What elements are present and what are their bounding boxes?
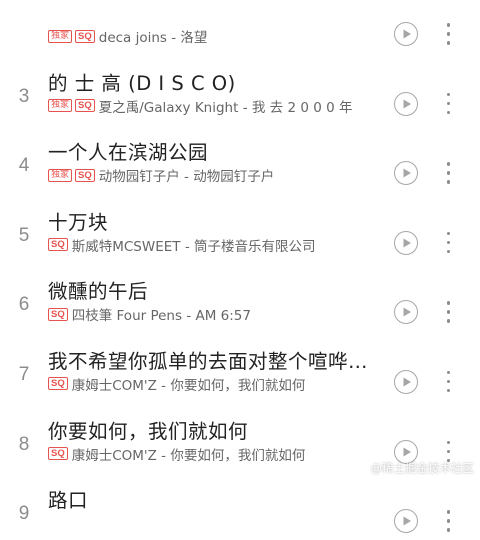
track-number: 4: [18, 155, 30, 177]
track-number: 5: [18, 224, 30, 246]
song-subtitle-line: 独家 SQ 动物园钉子户 - 动物园钉子户: [48, 166, 378, 184]
track-number: 3: [18, 85, 30, 107]
play-circle-icon[interactable]: [394, 22, 418, 46]
song-row[interactable]: 6 微醺的午后 SQ 四枝筆 Four Pens - AM 6:57: [0, 261, 480, 331]
watermark: @稀土掘金技术社区: [370, 461, 475, 475]
song-subtitle-line: 独家 SQ 夏之禹/Galaxy Knight - 我 去 2 0 0 0 年: [48, 97, 378, 115]
sq-quality-badge: SQ: [75, 99, 95, 113]
sq-quality-badge: SQ: [48, 307, 68, 321]
song-title: 一个人在滨湖公园: [48, 141, 209, 165]
song-subtitle-line: SQ 康姆士COM'Z - 你要如何，我们就如何: [48, 375, 378, 393]
play-circle-icon[interactable]: [394, 369, 418, 394]
song-title: 路口: [48, 489, 89, 513]
sq-quality-badge: SQ: [75, 168, 95, 182]
more-vertical-icon[interactable]: [442, 301, 454, 323]
song-subtitle-line: SQ 四枝筆 Four Pens - AM 6:57: [48, 305, 378, 323]
more-vertical-icon[interactable]: [442, 231, 454, 254]
play-circle-icon[interactable]: [394, 300, 418, 325]
sq-quality-badge: SQ: [48, 238, 68, 252]
more-vertical-icon[interactable]: [442, 370, 454, 393]
artist-album: 康姆士COM'Z - 你要如何，我们就如何: [71, 377, 306, 393]
song-subtitle-line: SQ 斯威特MCSWEET - 筒子楼音乐有限公司: [48, 236, 378, 254]
song-title: 微醺的午后: [48, 280, 149, 304]
song-title: 你要如何，我们就如何: [48, 419, 249, 443]
exclusive-badge: 独家: [48, 168, 73, 182]
sq-quality-badge: SQ: [48, 447, 68, 461]
track-number: 7: [18, 363, 30, 385]
song-row[interactable]: 独家 SQ deca joins - 洛望: [0, 0, 480, 53]
artist-album: 四枝筆 Four Pens - AM 6:57: [71, 308, 251, 324]
song-subtitle-line: 独家 SQ deca joins - 洛望: [48, 27, 378, 45]
artist-album: 夏之禹/Galaxy Knight - 我 去 2 0 0 0 年: [98, 99, 353, 115]
song-row[interactable]: 9 路口: [0, 470, 480, 540]
song-title: 的 士 高 (D I S C O): [48, 71, 236, 95]
artist-album: 康姆士COM'Z - 你要如何，我们就如何: [71, 447, 306, 463]
track-number: 6: [18, 294, 30, 316]
artist-album: 动物园钉子户 - 动物园钉子户: [98, 169, 275, 185]
song-row[interactable]: 7 我不希望你孤单的去面对整个喧哗… SQ 康姆士COM'Z - 你要如何，我们就如何: [0, 331, 480, 401]
track-number: 8: [18, 433, 30, 455]
play-circle-icon[interactable]: [394, 91, 418, 116]
more-vertical-icon[interactable]: [442, 510, 454, 532]
sq-quality-badge: SQ: [75, 29, 95, 43]
play-circle-icon[interactable]: [394, 509, 418, 534]
exclusive-badge: 独家: [48, 29, 73, 43]
more-vertical-icon[interactable]: [442, 92, 454, 115]
track-number: 9: [18, 503, 30, 525]
play-circle-icon[interactable]: [394, 230, 418, 255]
song-row[interactable]: 4 一个人在滨湖公园 独家 SQ 动物园钉子户 - 动物园钉子户: [0, 122, 480, 192]
artist-album: deca joins - 洛望: [98, 30, 208, 45]
artist-album: 斯威特MCSWEET - 筒子楼音乐有限公司: [71, 238, 316, 254]
song-subtitle-line: [48, 514, 378, 532]
play-circle-icon[interactable]: [394, 161, 418, 186]
song-row[interactable]: 3 的 士 高 (D I S C O) 独家 SQ 夏之禹/Galaxy Knight …: [0, 53, 480, 123]
song-subtitle-line: SQ 康姆士COM'Z - 你要如何，我们就如何: [48, 445, 378, 463]
song-title: 我不希望你孤单的去面对整个喧哗…: [48, 349, 369, 373]
more-vertical-icon[interactable]: [442, 162, 454, 184]
sq-quality-badge: SQ: [48, 377, 68, 391]
song-list: 独家 SQ deca joins - 洛望 3 的 士 高 (D I S C O) 独家 S…: [0, 0, 480, 540]
song-row[interactable]: 5 十万块 SQ 斯威特MCSWEET - 筒子楼音乐有限公司: [0, 192, 480, 262]
exclusive-badge: 独家: [48, 99, 73, 113]
more-vertical-icon[interactable]: [442, 23, 454, 45]
song-title: 十万块: [48, 210, 109, 234]
